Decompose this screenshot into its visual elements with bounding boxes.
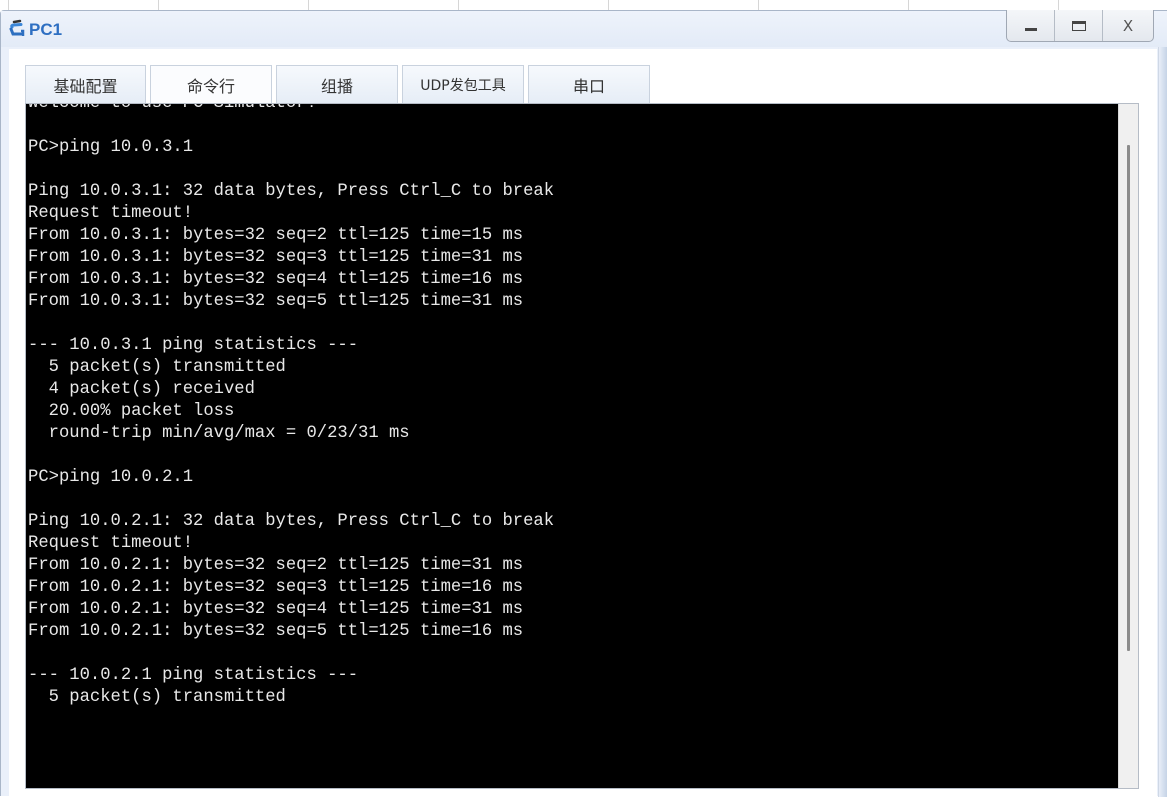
terminal-line: PC>ping 10.0.2.1 (28, 468, 194, 487)
maximize-icon (1071, 20, 1086, 31)
tab-multicast[interactable]: 组播 (276, 65, 398, 103)
terminal-line: From 10.0.2.1: bytes=32 seq=5 ttl=125 ti… (28, 622, 524, 641)
terminal-line: From 10.0.2.1: bytes=32 seq=2 ttl=125 ti… (28, 556, 524, 575)
terminal-panel: Welcome to use PC Simulator! PC>ping 10.0… (25, 103, 1139, 789)
terminal-line: 5 packet(s) transmitted (28, 688, 286, 707)
terminal-line: 20.00% packet loss (28, 402, 235, 421)
vertical-scrollbar[interactable] (1118, 104, 1138, 788)
terminal-line: --- 10.0.3.1 ping statistics --- (28, 336, 359, 355)
minimize-button[interactable] (1007, 10, 1055, 41)
window-title: PC1 (29, 20, 63, 39)
terminal-line: PC>ping 10.0.3.1 (28, 138, 194, 157)
terminal-line: From 10.0.3.1: bytes=32 seq=3 ttl=125 ti… (28, 248, 524, 267)
terminal-line: Ping 10.0.2.1: 32 data bytes, Press Ctrl… (28, 512, 555, 531)
window-frame-edge (1158, 47, 1167, 797)
terminal-line: From 10.0.2.1: bytes=32 seq=4 ttl=125 ti… (28, 600, 524, 619)
terminal-line: Welcome to use PC Simulator! (28, 104, 554, 115)
terminal-line: From 10.0.3.1: bytes=32 seq=4 ttl=125 ti… (28, 270, 524, 289)
terminal-output[interactable]: Welcome to use PC Simulator! PC>ping 10.0… (26, 104, 1118, 788)
terminal-line: Request timeout! (28, 534, 194, 553)
pc1-window: PC1 X 基础配置 命令行 组播 UDP发包工具 串口 Welcome to … (0, 10, 1167, 797)
terminal-lines: Welcome to use PC Simulator! PC>ping 10.0… (28, 104, 554, 709)
tab-basic-config[interactable]: 基础配置 (25, 65, 146, 103)
terminal-line: Ping 10.0.3.1: 32 data bytes, Press Ctrl… (28, 182, 555, 201)
window-content: 基础配置 命令行 组播 UDP发包工具 串口 Welcome to use PC… (9, 49, 1157, 797)
terminal-line: --- 10.0.2.1 ping statistics --- (28, 666, 359, 685)
terminal-line: Request timeout! (28, 204, 194, 223)
terminal-line: From 10.0.2.1: bytes=32 seq=3 ttl=125 ti… (28, 578, 524, 597)
tab-command-line[interactable]: 命令行 (150, 65, 272, 103)
maximize-button[interactable] (1055, 10, 1103, 41)
tab-udp-tool[interactable]: UDP发包工具 (402, 65, 524, 103)
terminal-line: 5 packet(s) transmitted (28, 358, 286, 377)
close-icon: X (1122, 16, 1134, 35)
terminal-line: From 10.0.3.1: bytes=32 seq=2 ttl=125 ti… (28, 226, 524, 245)
terminal-line: 4 packet(s) received (28, 380, 255, 399)
pc-network-icon (8, 19, 28, 39)
minimize-icon (1024, 28, 1037, 31)
close-button[interactable]: X (1103, 10, 1153, 41)
terminal-line: round-trip min/avg/max = 0/23/31 ms (28, 424, 410, 443)
terminal-line: From 10.0.3.1: bytes=32 seq=5 ttl=125 ti… (28, 292, 524, 311)
title-bar[interactable]: PC1 X (1, 10, 1167, 47)
tab-serial-port[interactable]: 串口 (528, 65, 650, 103)
tab-bar: 基础配置 命令行 组播 UDP发包工具 串口 (25, 65, 654, 103)
window-controls: X (1006, 10, 1154, 42)
scrollbar-thumb[interactable] (1127, 145, 1130, 651)
